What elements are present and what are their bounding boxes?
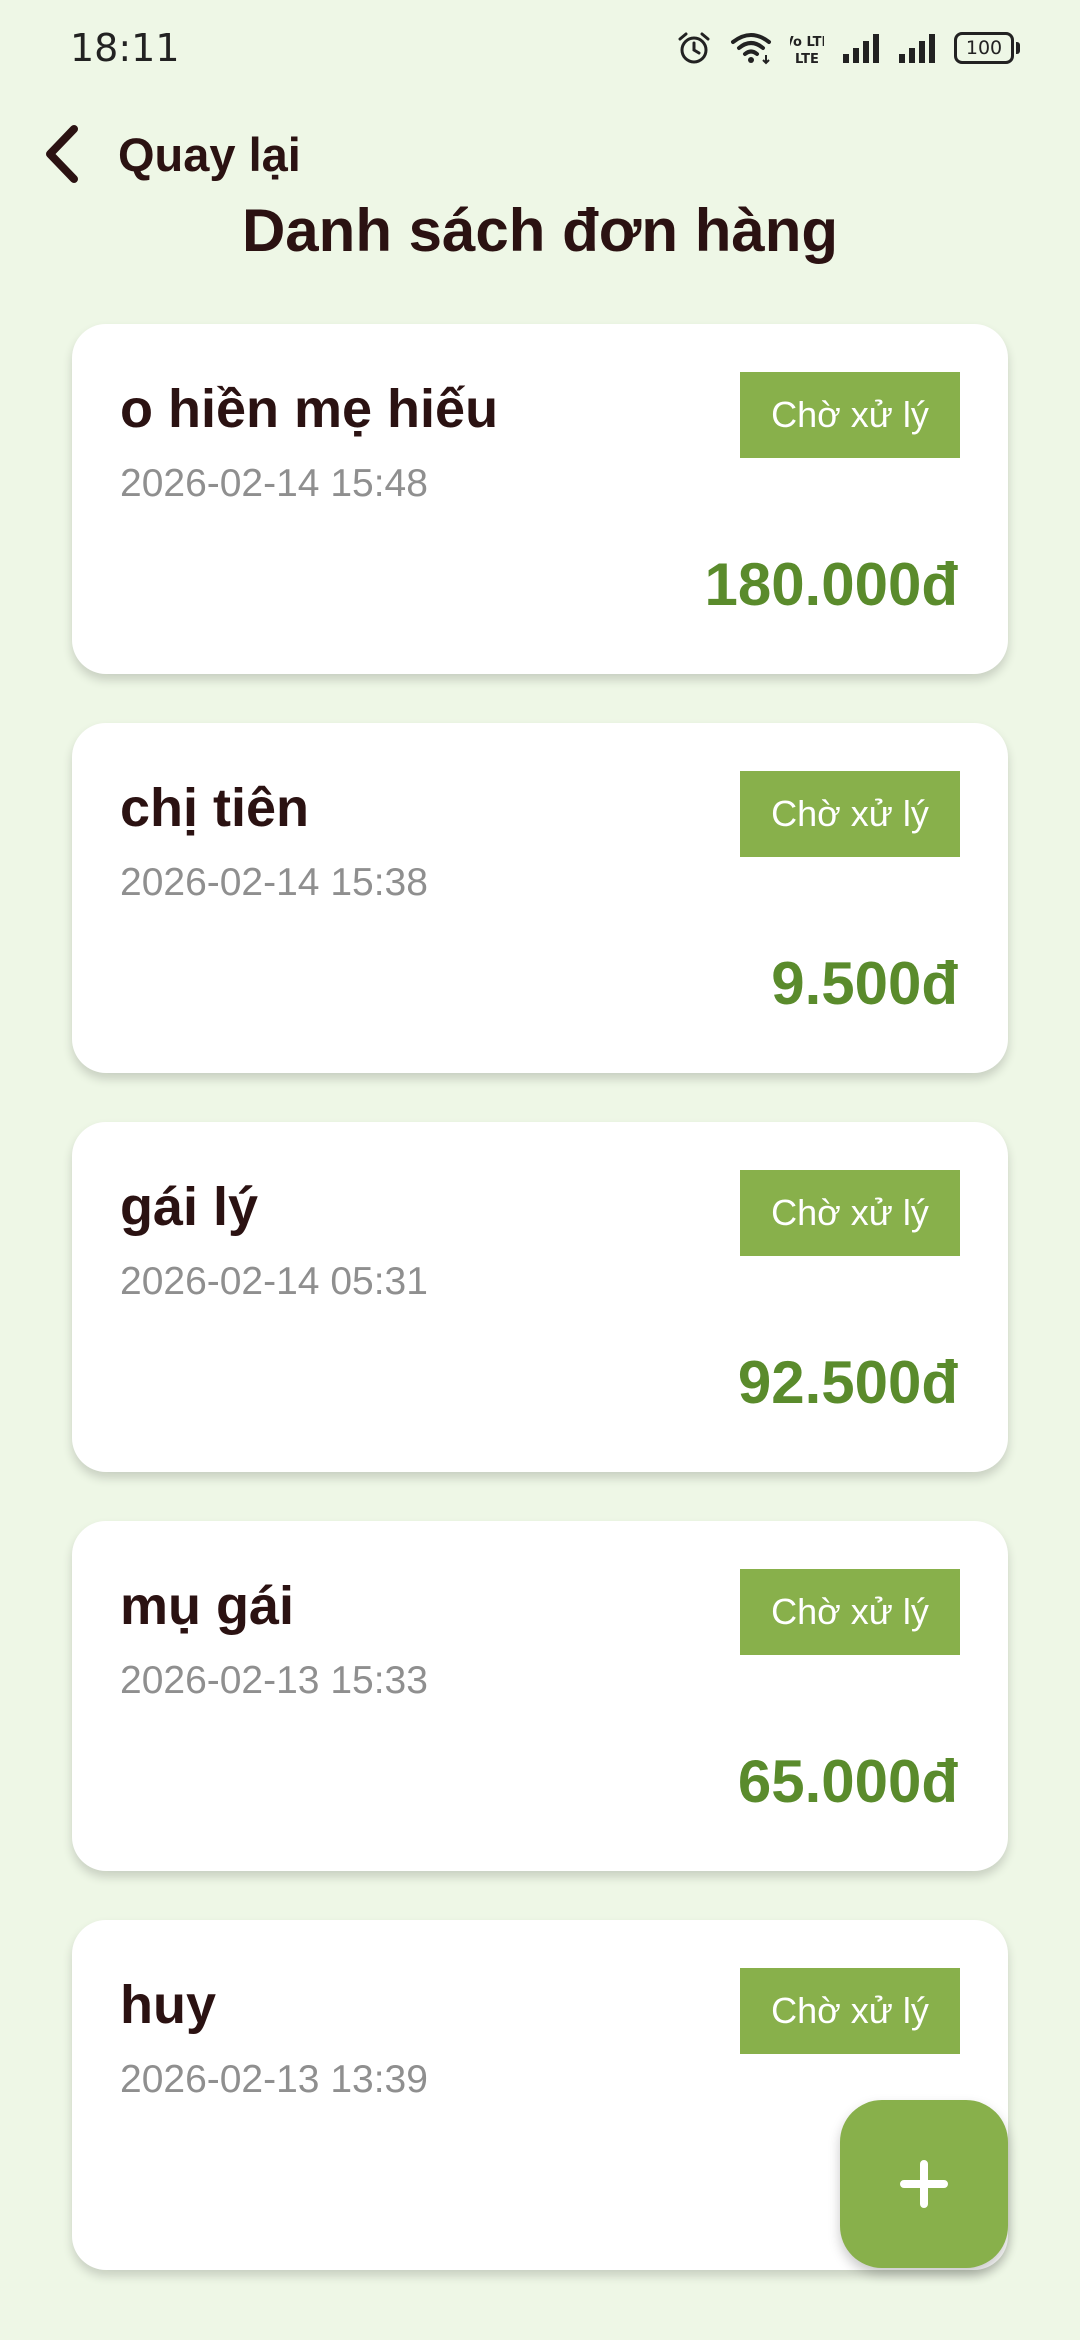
alarm-icon	[678, 32, 710, 64]
order-date: 2026-02-14 15:48	[120, 462, 428, 505]
add-order-button[interactable]	[840, 2100, 1008, 2268]
volte-label: Vo LTE	[790, 35, 824, 50]
status-bar: 18:11 Vo LTE LTE	[0, 0, 1080, 96]
back-button[interactable]: Quay lại	[38, 114, 301, 194]
order-status-badge: Chờ xử lý	[740, 1569, 960, 1655]
order-card[interactable]: o hiền mẹ hiếu 2026-02-14 15:48 Chờ xử l…	[72, 324, 1008, 674]
signal-icon	[843, 34, 879, 63]
page-title: Danh sách đơn hàng	[241, 197, 839, 264]
status-time: 18:11	[70, 26, 180, 70]
order-status-badge: Chờ xử lý	[740, 372, 960, 458]
order-customer-name: o hiền mẹ hiếu	[120, 379, 499, 439]
chevron-left-icon	[46, 125, 78, 183]
order-status-badge: Chờ xử lý	[740, 1170, 960, 1256]
order-amount: 65.000đ	[737, 1748, 958, 1815]
order-amount: 9.500đ	[771, 950, 958, 1017]
order-date: 2026-02-14 05:31	[120, 1260, 428, 1303]
volte-icon: Vo LTE LTE	[790, 35, 824, 66]
order-status-badge: Chờ xử lý	[740, 1968, 960, 2054]
wifi-icon	[731, 33, 771, 65]
order-date: 2026-02-13 15:33	[120, 1659, 428, 1702]
order-amount: 92.500đ	[737, 1349, 958, 1416]
signal-icon	[899, 34, 935, 63]
order-list: o hiền mẹ hiếu 2026-02-14 15:48 Chờ xử l…	[72, 324, 1008, 2319]
battery-icon: 100	[954, 32, 1020, 64]
order-status-badge: Chờ xử lý	[740, 771, 960, 857]
order-date: 2026-02-13 13:39	[120, 2058, 428, 2101]
order-card[interactable]: gái lý 2026-02-14 05:31 Chờ xử lý 92.500…	[72, 1122, 1008, 1472]
order-card[interactable]: chị tiên 2026-02-14 15:38 Chờ xử lý 9.50…	[72, 723, 1008, 1073]
plus-icon	[900, 2160, 948, 2208]
order-amount: 180.000đ	[704, 551, 958, 618]
order-customer-name: mụ gái	[120, 1576, 295, 1636]
status-icons: Vo LTE LTE 100	[676, 28, 1020, 68]
battery-level: 100	[965, 37, 1003, 59]
order-customer-name: huy	[120, 1975, 217, 2035]
order-date: 2026-02-14 15:38	[120, 861, 428, 904]
svg-text:LTE: LTE	[795, 52, 819, 66]
order-card[interactable]: mụ gái 2026-02-13 15:33 Chờ xử lý 65.000…	[72, 1521, 1008, 1871]
back-label: Quay lại	[118, 127, 301, 181]
order-customer-name: chị tiên	[120, 778, 310, 838]
order-customer-name: gái lý	[120, 1177, 259, 1237]
